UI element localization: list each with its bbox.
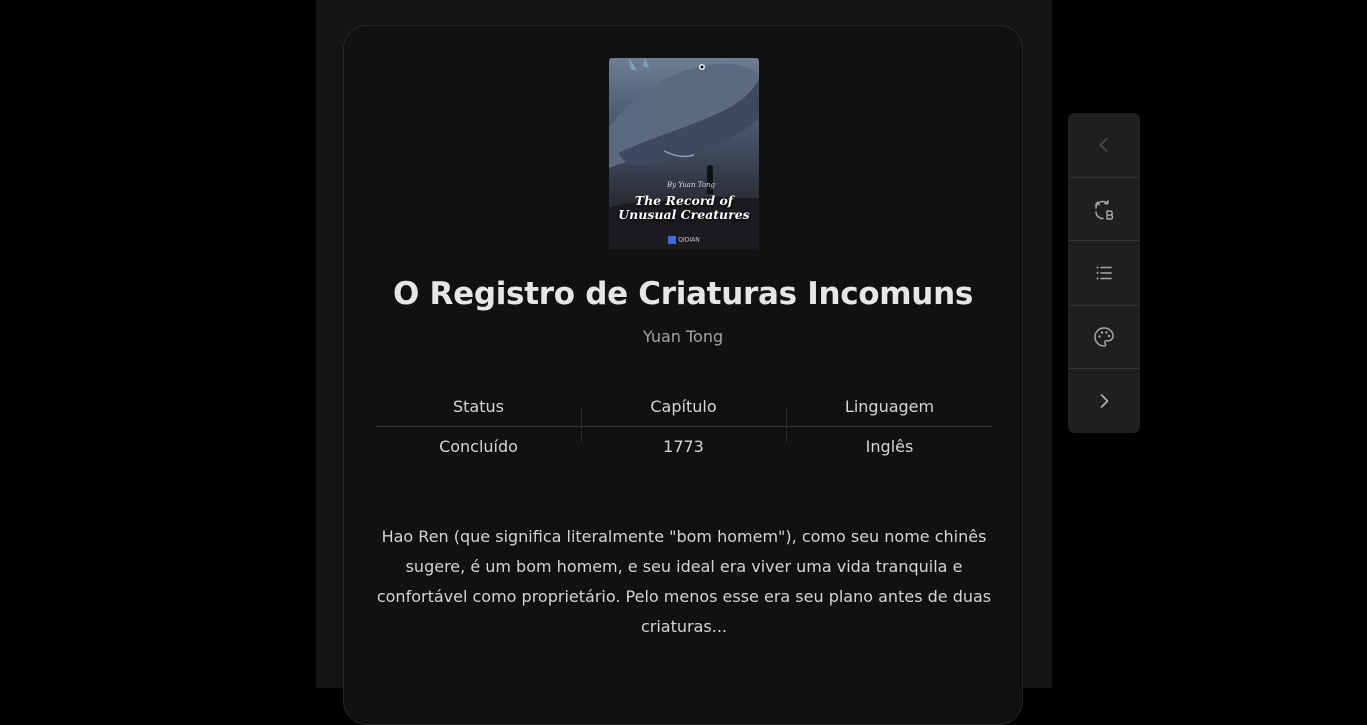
info-status-label: Status <box>453 397 504 416</box>
info-status-value: Concluído <box>439 437 518 456</box>
info-table-divider <box>376 426 992 427</box>
previous-chapter-button[interactable] <box>1068 113 1140 176</box>
info-language-label: Linguagem <box>844 397 935 416</box>
book-cover-image: By Yuan Tong The Record of Unusual Creat… <box>609 58 759 249</box>
book-title: O Registro de Criaturas Incomuns <box>392 276 973 312</box>
cover-publisher-name: QIDIAN <box>678 236 700 244</box>
cover-byline: By Yuan Tong <box>666 181 716 189</box>
palette-icon <box>1094 326 1114 347</box>
list-icon <box>1096 266 1112 279</box>
publisher-logo-icon <box>668 236 677 244</box>
next-chapter-button[interactable] <box>1068 369 1140 432</box>
chevron-left-icon <box>1099 137 1108 152</box>
chevron-right-icon <box>1100 393 1109 408</box>
table-of-contents-button[interactable] <box>1068 241 1140 304</box>
cover-title: The Record of Unusual Creatures <box>618 193 750 222</box>
info-language-value: Inglês <box>865 437 914 456</box>
cover-publisher-logo: QIDIAN <box>609 236 759 244</box>
book-synopsis: Hao Ren (que significa literalmente "bom… <box>376 527 992 636</box>
theme-button[interactable] <box>1068 305 1140 368</box>
info-chapter-label: Capítulo <box>650 397 717 416</box>
book-author[interactable]: Yuan Tong <box>343 327 1023 346</box>
translate-button[interactable] <box>1068 178 1140 241</box>
book-info-table: Status Concluído Capítulo 1773 Linguagem… <box>376 388 992 468</box>
reader-side-toolbar <box>1068 113 1140 433</box>
info-chapter-value: 1773 <box>663 437 704 456</box>
translate-icon <box>1094 199 1114 220</box>
